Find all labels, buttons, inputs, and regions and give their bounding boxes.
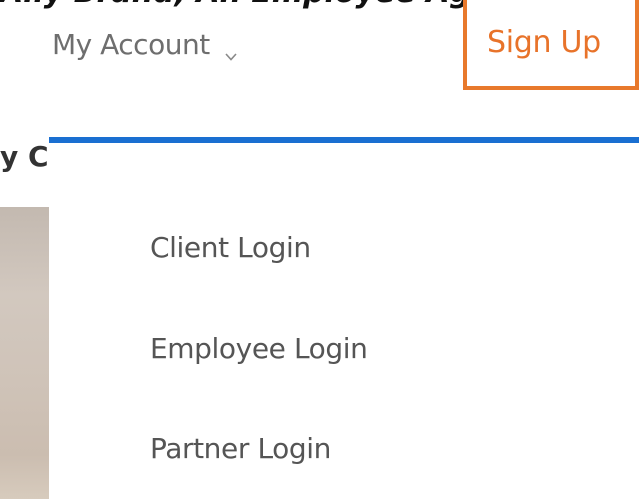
sign-up-button[interactable]: Sign Up [463, 0, 639, 90]
my-account-menu[interactable]: My Account [52, 28, 238, 61]
background-photo [0, 207, 49, 499]
my-account-label: My Account [52, 28, 210, 61]
partner-login-link[interactable]: Partner Login [150, 432, 331, 465]
employee-login-link[interactable]: Employee Login [150, 332, 368, 365]
clipped-heading: y C [0, 140, 48, 173]
page: Ally Brand, An Employee Agency My Accoun… [0, 0, 639, 499]
client-login-link[interactable]: Client Login [150, 231, 311, 264]
sign-up-label: Sign Up [487, 25, 601, 60]
account-dropdown-menu: Client Login Employee Login Partner Logi… [49, 137, 639, 499]
chevron-down-icon [224, 38, 238, 61]
